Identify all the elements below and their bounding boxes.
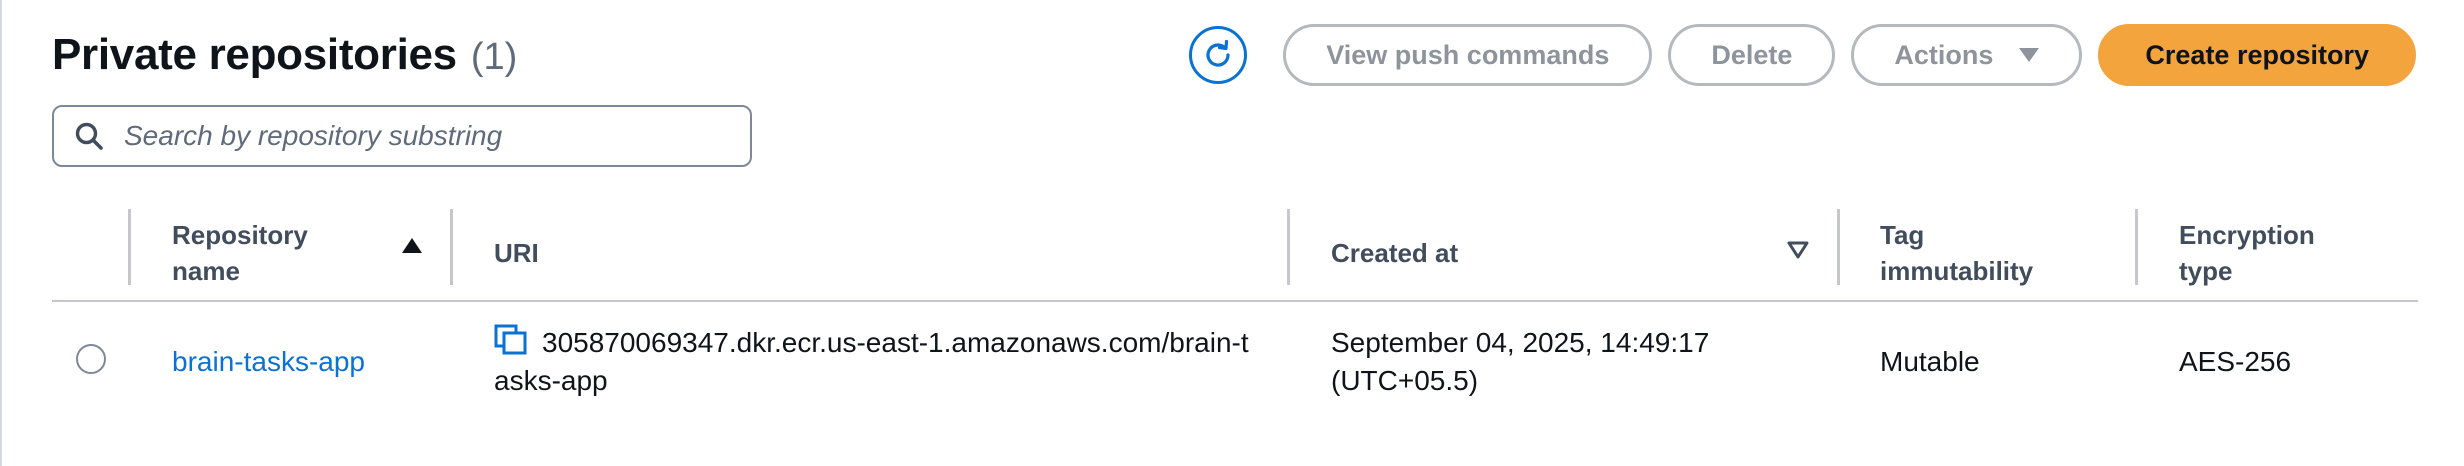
row-select-radio[interactable] [76,344,106,374]
column-header-encryption-type: Encryption type [2179,205,2315,300]
repositories-panel: Private repositories (1) View push comma… [0,0,2464,466]
created-at-cell: September 04, 2025, 14:49:17 (UTC+05.5) [1331,302,1709,422]
create-repository-button[interactable]: Create repository [2098,24,2416,86]
repository-count: (1) [470,36,518,78]
view-push-commands-button[interactable]: View push commands [1283,24,1653,86]
copy-icon[interactable] [494,324,528,356]
sort-ascending-icon[interactable] [402,238,422,253]
repository-name-link[interactable]: brain-tasks-app [172,343,365,381]
search-icon [75,122,103,150]
page-header: Private repositories (1) [52,30,517,80]
create-repository-label: Create repository [2145,39,2369,70]
column-divider [128,209,131,285]
sort-descending-icon[interactable] [1787,241,1809,259]
column-header-label: Repository [172,219,308,250]
search-box [52,105,752,167]
column-divider[interactable] [450,209,453,285]
column-header-repository-name[interactable]: Repository name [172,205,308,300]
column-header-label: URI [494,237,539,268]
repositories-table: Repository name URI Created at Tag immut [52,205,2418,432]
created-at-timezone: (UTC+05.5) [1331,365,1479,396]
table-row: brain-tasks-app 305870069347.dkr.ecr.us-… [52,302,2418,432]
column-divider[interactable] [2135,209,2138,285]
column-header-created-at[interactable]: Created at [1331,205,1458,300]
caret-down-icon [2019,48,2040,62]
column-header-uri: URI [494,205,539,300]
column-header-label: Created at [1331,237,1459,268]
delete-button[interactable]: Delete [1668,24,1836,86]
column-divider[interactable] [1287,209,1290,285]
delete-label: Delete [1711,39,1793,70]
column-divider[interactable] [1837,209,1840,285]
refresh-button[interactable] [1189,26,1248,84]
tag-immutability-cell: Mutable [1880,302,1980,422]
column-header-tag-immutability: Tag immutability [1880,205,2033,300]
column-header-label: immutability [1880,255,2034,286]
page-title: Private repositories [52,30,457,79]
toolbar: View push commands Delete Actions Create… [1189,24,2416,86]
column-header-label: type [2179,255,2233,286]
view-push-commands-label: View push commands [1326,39,1610,70]
table-header: Repository name URI Created at Tag immut [52,205,2418,302]
refresh-icon [1206,39,1230,67]
uri-cell: 305870069347.dkr.ecr.us-east-1.amazonaws… [494,302,1254,422]
column-header-label: name [172,255,240,286]
column-header-label: Tag [1880,219,1925,250]
created-at-datetime: September 04, 2025, 14:49:17 [1331,327,1710,358]
repository-name-cell: brain-tasks-app [172,302,365,422]
actions-label: Actions [1894,39,1994,70]
search-input[interactable] [122,119,726,153]
encryption-type-cell: AES-256 [2179,302,2291,422]
encryption-type-value: AES-256 [2179,346,2292,377]
column-header-label: Encryption [2179,219,2315,250]
actions-dropdown[interactable]: Actions [1851,24,2083,86]
repository-uri: 305870069347.dkr.ecr.us-east-1.amazonaws… [494,327,1249,396]
tag-immutability-value: Mutable [1880,346,1980,377]
